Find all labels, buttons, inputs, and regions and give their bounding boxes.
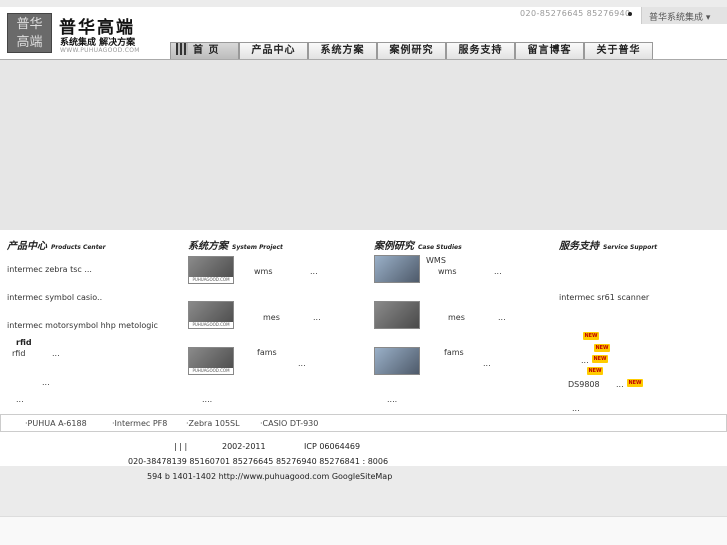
new-badge: NEW	[587, 367, 603, 375]
rfid-title[interactable]: rfid	[16, 338, 32, 347]
support-more[interactable]: ...	[616, 380, 624, 389]
footer-phones: 020-38478139 85160701 85276645 85276940 …	[128, 457, 389, 466]
case-thumbnail[interactable]	[374, 255, 420, 283]
support-link[interactable]: intermec sr61 scanner	[559, 293, 649, 302]
solution-more[interactable]: ...	[298, 359, 306, 368]
case-link[interactable]: wms	[438, 267, 457, 276]
case-link[interactable]: fams	[444, 348, 464, 357]
solutions-more[interactable]: ....	[202, 395, 212, 404]
logo-icon[interactable]: 普华 高端	[7, 13, 52, 53]
new-badge: NEW	[627, 379, 643, 387]
site-select-dropdown[interactable]: 普华系统集成 ▾	[641, 7, 727, 24]
bullet-icon	[628, 12, 632, 16]
product-link[interactable]: intermec symbol casio..	[7, 293, 102, 302]
support-more[interactable]: ...	[581, 356, 589, 365]
footer	[0, 438, 727, 545]
product-bar-link[interactable]: ·Zebra 105SL	[186, 419, 240, 428]
nav-cases[interactable]: 案例研究	[377, 42, 446, 59]
thumbnail-caption: PUHUAGOOD.COM	[189, 277, 233, 283]
solution-more[interactable]: ...	[310, 267, 318, 276]
logo-text: 普华 高端	[16, 17, 43, 50]
solution-thumbnail[interactable]: PUHUAGOOD.COM	[188, 256, 234, 284]
solution-thumbnail[interactable]: PUHUAGOOD.COM	[188, 301, 234, 329]
nav-about[interactable]: 关于普华	[584, 42, 653, 59]
thumbnail-caption: PUHUAGOOD.COM	[189, 368, 233, 374]
product-bar-link[interactable]: ·PUHUA A-6188	[25, 419, 87, 428]
support-heading[interactable]: 服务支持 Service Support	[559, 237, 657, 252]
nav-support[interactable]: 服务支持	[446, 42, 515, 59]
footer-bottom	[0, 516, 727, 545]
footer-copyright: 2002-2011	[222, 442, 266, 451]
product-link[interactable]: intermec zebra tsc ...	[7, 265, 92, 274]
nav-products[interactable]: 产品中心	[239, 42, 308, 59]
cases-title-en: Case Studies	[418, 244, 462, 251]
solution-link[interactable]: mes	[263, 313, 280, 322]
product-bar-link[interactable]: ·Intermec PF8	[112, 419, 167, 428]
qr-code-icon	[176, 43, 188, 55]
new-badge: NEW	[592, 355, 608, 363]
nav-home-label: 首 页	[193, 45, 220, 56]
solutions-title-en: System Project	[232, 244, 283, 251]
footer-address[interactable]: 594 b 1401-1402 http://www.puhuagood.com…	[147, 472, 392, 481]
case-more[interactable]: ...	[483, 359, 491, 368]
nav-solutions[interactable]: 系统方案	[308, 42, 377, 59]
products-heading[interactable]: 产品中心 Products Center	[7, 237, 106, 252]
rfid-link[interactable]: rfid	[12, 349, 25, 358]
cases-heading-wms: WMS	[426, 256, 446, 265]
cases-title: 案例研究	[374, 241, 414, 252]
site-url: WWW.PUHUAGOOD.COM	[60, 47, 140, 54]
cases-more[interactable]: ....	[387, 395, 397, 404]
new-badge: NEW	[594, 344, 610, 352]
product-more[interactable]: ...	[42, 378, 50, 387]
product-bar-link[interactable]: ·CASIO DT-930	[260, 419, 318, 428]
product-more[interactable]: ...	[16, 395, 24, 404]
support-link[interactable]: DS9808	[568, 380, 600, 389]
case-thumbnail[interactable]	[374, 301, 420, 329]
nav-blog[interactable]: 留言博客	[515, 42, 584, 59]
solution-more[interactable]: ...	[313, 313, 321, 322]
solution-link[interactable]: fams	[257, 348, 277, 357]
case-thumbnail[interactable]	[374, 347, 420, 375]
banner-image	[0, 60, 727, 230]
case-link[interactable]: mes	[448, 313, 465, 322]
footer-icp[interactable]: ICP 06064469	[304, 442, 360, 451]
products-title: 产品中心	[7, 241, 47, 252]
product-link[interactable]: intermec motorsymbol hhp metologic	[7, 321, 158, 330]
new-badge: NEW	[583, 332, 599, 340]
support-more[interactable]: ...	[572, 404, 580, 413]
case-more[interactable]: ...	[494, 267, 502, 276]
nav-home[interactable]: 首 页	[170, 42, 239, 59]
support-title-en: Service Support	[603, 244, 658, 251]
products-title-en: Products Center	[51, 244, 106, 251]
thumbnail-caption: PUHUAGOOD.COM	[189, 322, 233, 328]
rfid-more[interactable]: ...	[52, 349, 60, 358]
solutions-title: 系统方案	[188, 241, 228, 252]
support-title: 服务支持	[559, 241, 599, 252]
solution-thumbnail[interactable]: PUHUAGOOD.COM	[188, 347, 234, 375]
products-bar	[0, 414, 727, 432]
top-strip	[0, 0, 727, 7]
footer-separators: | | |	[174, 442, 188, 451]
main-nav: 首 页 产品中心 系统方案 案例研究 服务支持 留言博客 关于普华	[170, 42, 653, 59]
cases-heading[interactable]: 案例研究 Case Studies	[374, 237, 462, 252]
header-phone: 020-85276645 85276940	[520, 9, 631, 18]
solutions-heading[interactable]: 系统方案 System Project	[188, 237, 283, 252]
solution-link[interactable]: wms	[254, 267, 273, 276]
case-more[interactable]: ...	[498, 313, 506, 322]
